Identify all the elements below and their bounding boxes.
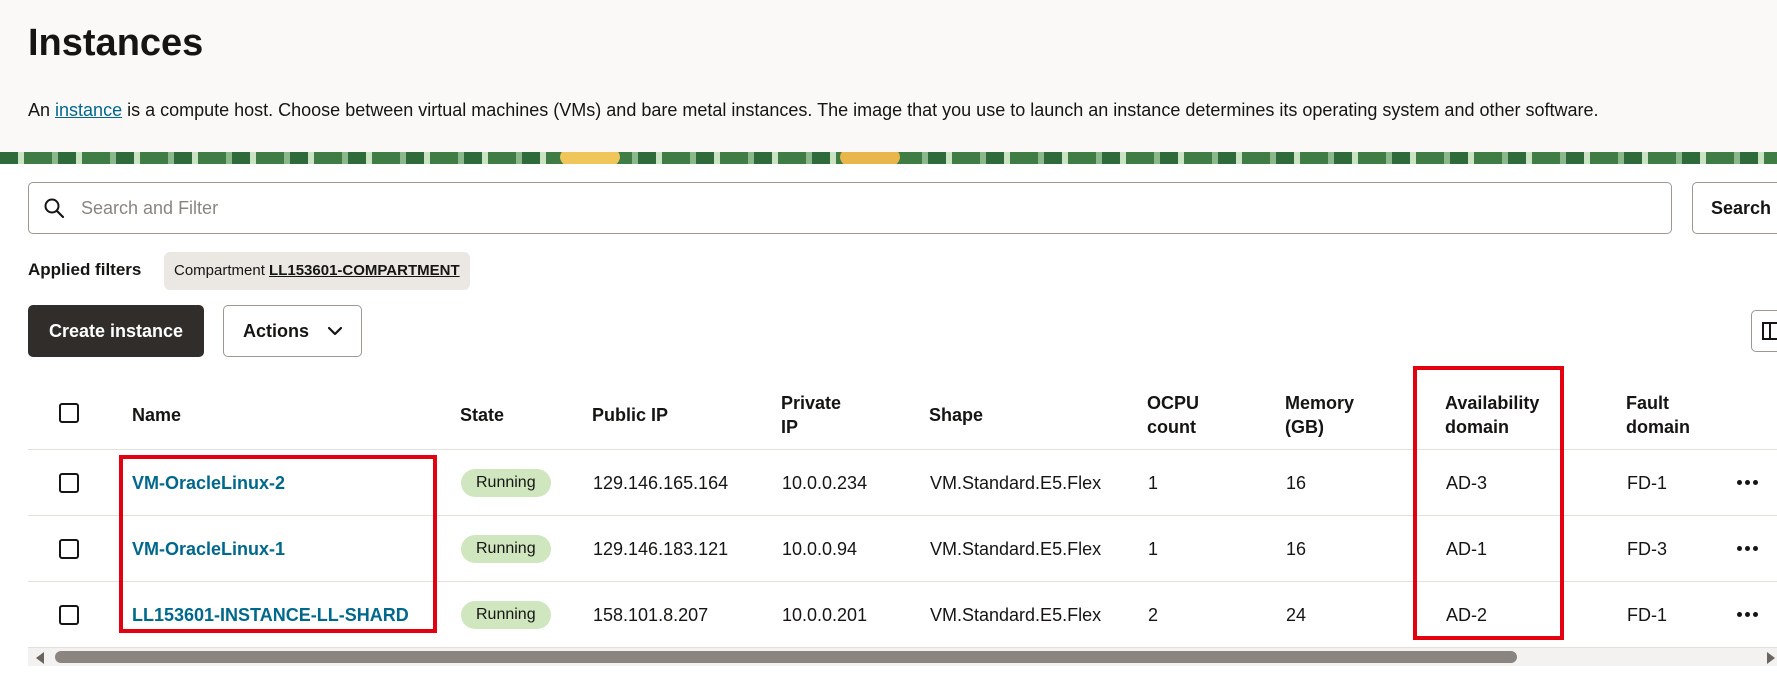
shape-cell: VM.Standard.E5.Flex	[930, 539, 1102, 559]
compartment-link[interactable]: LL153601-COMPARTMENT	[269, 262, 460, 279]
scroll-thumb[interactable]	[55, 651, 1517, 663]
memory-cell: 24	[1286, 605, 1307, 625]
private-ip-cell: 10.0.0.201	[782, 605, 868, 625]
public-ip-cell: 129.146.183.121	[593, 539, 729, 559]
header-line: Availability	[1445, 393, 1540, 413]
header-line: OCPU	[1147, 393, 1200, 413]
decorative-banner	[0, 152, 1777, 164]
column-view-icon	[1762, 322, 1777, 340]
availability-domain-cell: AD-1	[1446, 539, 1488, 559]
column-header-private-ip[interactable]: Private IP	[781, 391, 841, 439]
row-checkbox[interactable]	[59, 473, 79, 493]
column-header-ocpu[interactable]: OCPU count	[1147, 391, 1199, 439]
fault-domain-cell: FD-1	[1627, 605, 1667, 625]
fault-domain-cell: FD-3	[1627, 539, 1667, 559]
banner-shape	[560, 152, 620, 164]
chevron-down-icon	[327, 326, 343, 336]
column-header-memory[interactable]: Memory (GB)	[1285, 391, 1354, 439]
scroll-right-arrow[interactable]	[1767, 652, 1775, 664]
table-row: LL153601-INSTANCE-LL-SHARD Running 158.1…	[28, 582, 1777, 648]
description-prefix: An	[28, 100, 56, 120]
description-suffix: is a compute host. Choose between virtua…	[122, 100, 1599, 120]
more-actions-icon[interactable]	[1737, 480, 1759, 486]
actions-menu-button[interactable]: Actions	[223, 305, 362, 357]
header-line: domain	[1626, 417, 1691, 437]
private-ip-cell: 10.0.0.234	[782, 473, 868, 493]
column-header-fault-domain[interactable]: Fault domain	[1626, 391, 1690, 439]
public-ip-cell: 129.146.165.164	[593, 473, 729, 493]
instance-name-link[interactable]: LL153601-INSTANCE-LL-SHARD	[132, 582, 409, 648]
status-badge: Running	[461, 469, 551, 497]
scroll-left-arrow[interactable]	[36, 652, 44, 664]
page-header: Instances An instance is a compute host.…	[0, 0, 1777, 152]
create-instance-button[interactable]: Create instance	[28, 305, 204, 357]
header-line: domain	[1445, 417, 1510, 437]
chip-key: Compartment	[174, 262, 265, 279]
select-all-checkbox[interactable]	[59, 403, 79, 423]
column-header-shape[interactable]: Shape	[929, 403, 983, 427]
page-title: Instances	[28, 22, 204, 64]
status-badge: Running	[461, 601, 551, 629]
horizontal-scrollbar[interactable]	[28, 648, 1777, 666]
instances-page: Instances An instance is a compute host.…	[0, 0, 1777, 673]
memory-cell: 16	[1286, 473, 1307, 493]
row-checkbox[interactable]	[59, 539, 79, 559]
compartment-filter-chip[interactable]: Compartment LL153601-COMPARTMENT	[164, 252, 470, 290]
search-button[interactable]: Search	[1692, 182, 1777, 234]
column-header-name[interactable]: Name	[132, 403, 181, 427]
instance-doc-link[interactable]: instance	[55, 100, 122, 120]
header-line: Private	[781, 393, 842, 413]
search-input[interactable]	[81, 193, 1641, 223]
actions-label: Actions	[243, 321, 310, 341]
column-header-public-ip[interactable]: Public IP	[592, 403, 668, 427]
shape-cell: VM.Standard.E5.Flex	[930, 605, 1102, 625]
header-line: IP	[781, 417, 799, 437]
ocpu-cell: 2	[1148, 605, 1159, 625]
more-actions-icon[interactable]	[1737, 612, 1759, 618]
header-line: (GB)	[1285, 417, 1324, 437]
search-icon	[44, 198, 65, 219]
header-line: Memory	[1285, 393, 1355, 413]
memory-cell: 16	[1286, 539, 1307, 559]
header-line: Fault	[1626, 393, 1669, 413]
page-description: An instance is a compute host. Choose be…	[28, 100, 1599, 121]
instance-name-link[interactable]: VM-OracleLinux-1	[132, 516, 285, 582]
more-actions-icon[interactable]	[1737, 546, 1759, 552]
table-header: Name State Public IP Private IP Shape OCP…	[28, 380, 1777, 450]
search-box[interactable]	[28, 182, 1672, 234]
availability-domain-cell: AD-3	[1446, 473, 1488, 493]
applied-filters-label: Applied filters	[28, 260, 142, 279]
header-line: count	[1147, 417, 1196, 437]
public-ip-cell: 158.101.8.207	[593, 605, 709, 625]
shape-cell: VM.Standard.E5.Flex	[930, 473, 1102, 493]
status-badge: Running	[461, 535, 551, 563]
banner-shape	[840, 152, 900, 164]
column-header-state[interactable]: State	[460, 403, 504, 427]
fault-domain-cell: FD-1	[1627, 473, 1667, 493]
availability-domain-cell: AD-2	[1446, 605, 1488, 625]
table-row: VM-OracleLinux-1 Running 129.146.183.121…	[28, 516, 1777, 582]
private-ip-cell: 10.0.0.94	[782, 539, 858, 559]
instance-name-link[interactable]: VM-OracleLinux-2	[132, 450, 285, 516]
column-header-availability-domain[interactable]: Availability domain	[1445, 391, 1539, 439]
ocpu-cell: 1	[1148, 473, 1159, 493]
column-view-toggle[interactable]	[1751, 310, 1777, 352]
row-checkbox[interactable]	[59, 605, 79, 625]
ocpu-cell: 1	[1148, 539, 1159, 559]
table-row: VM-OracleLinux-2 Running 129.146.165.164…	[28, 450, 1777, 516]
